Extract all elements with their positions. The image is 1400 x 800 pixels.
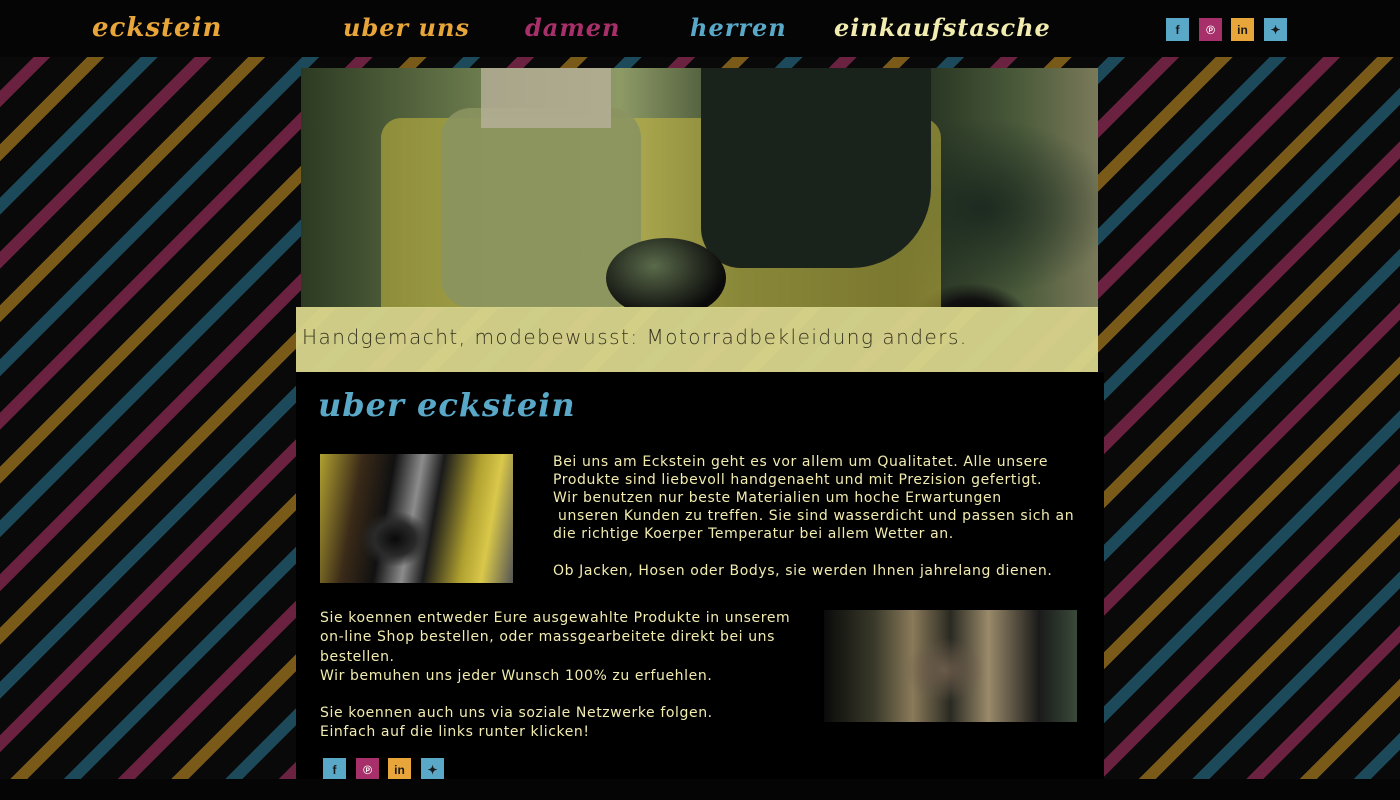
nav-item-herren[interactable]: herren xyxy=(690,12,787,44)
hero-caption: Handgemacht, modebewusst: Motorradbeklei… xyxy=(302,325,968,349)
site-logo[interactable]: eckstein xyxy=(92,12,222,44)
hero-dress-shape xyxy=(701,68,931,268)
text-line: Bei uns am Eckstein geht es vor allem um… xyxy=(553,454,1049,470)
hero-caption-strip: Handgemacht, modebewusst: Motorradbeklei… xyxy=(296,307,1098,372)
facebook-icon[interactable]: f xyxy=(323,758,346,781)
text-line: die richtige Koerper Temperatur bei alle… xyxy=(553,526,954,542)
nav-item-einkaufstasche[interactable]: einkaufstasche xyxy=(834,12,1051,44)
hero-shirt-shape xyxy=(481,68,611,128)
facebook-icon[interactable]: f xyxy=(1166,18,1189,41)
pinterest-icon[interactable]: ℗ xyxy=(356,758,379,781)
linkedin-icon[interactable]: in xyxy=(388,758,411,781)
text-line: unseren Kunden zu treffen. Sie sind wass… xyxy=(553,508,1075,524)
page-title: uber eckstein xyxy=(318,386,576,424)
text-line: Sie koennen entweder Eure ausgewahlte Pr… xyxy=(320,610,791,626)
nav-item-uber-uns[interactable]: uber uns xyxy=(343,12,470,44)
pinterest-icon[interactable]: ℗ xyxy=(1199,18,1222,41)
hero-gear-knob-shape xyxy=(606,238,726,308)
top-nav-bar: eckstein uber uns damen herren einkaufst… xyxy=(0,0,1400,57)
text-line: Sie koennen auch uns via soziale Netzwer… xyxy=(320,705,713,721)
about-paragraph-1: Bei uns am Eckstein geht es vor allem um… xyxy=(553,453,1083,543)
text-line: Einfach auf die links runter klicken! xyxy=(320,724,590,741)
text-line: Wir benutzen nur beste Materialien um ho… xyxy=(553,490,1002,506)
nav-item-damen[interactable]: damen xyxy=(525,12,620,44)
about-paragraph-2: Ob Jacken, Hosen oder Bodys, sie werden … xyxy=(553,562,1083,580)
about-paragraph-3: Sie koennen entweder Eure ausgewahlte Pr… xyxy=(320,609,800,686)
twitter-icon[interactable]: ✦ xyxy=(1264,18,1287,41)
text-line: Wir bemuhen uns jeder Wunsch 100% zu erf… xyxy=(320,667,713,684)
text-line: bestellen. xyxy=(320,648,395,665)
text-line: Produkte sind liebevoll handgenaeht und … xyxy=(553,472,1043,488)
text-line: on-line Shop bestellen, oder massgearbei… xyxy=(320,629,776,646)
text-line: Ob Jacken, Hosen oder Bodys, sie werden … xyxy=(553,563,1053,579)
product-photo-1 xyxy=(320,454,513,583)
about-panel: uber eckstein Bei uns am Eckstein geht e… xyxy=(296,372,1104,781)
product-photo-2 xyxy=(824,610,1077,722)
about-paragraph-4: Sie koennen auch uns via soziale Netzwer… xyxy=(320,704,800,743)
hero-image xyxy=(301,68,1098,308)
bottom-bar xyxy=(0,779,1400,800)
linkedin-icon[interactable]: in xyxy=(1231,18,1254,41)
twitter-icon[interactable]: ✦ xyxy=(421,758,444,781)
